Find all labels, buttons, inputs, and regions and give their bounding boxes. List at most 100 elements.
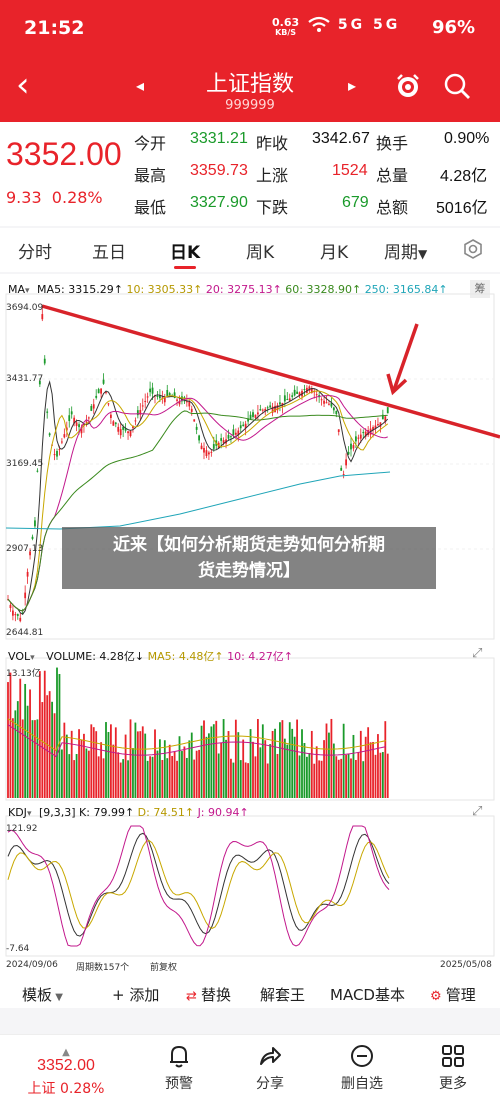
signal-icons: 5G 5G (308, 16, 400, 34)
add-indicator-button[interactable]: + 添加 (112, 984, 159, 1005)
candle (198, 435, 200, 441)
alert-button[interactable]: 预警 (144, 1043, 214, 1093)
share-button[interactable]: 分享 (235, 1043, 305, 1093)
volume-bar (51, 701, 53, 798)
volume-bar (303, 743, 306, 798)
volume-bar (65, 734, 68, 798)
settings-icon[interactable] (462, 238, 484, 260)
candle (261, 409, 264, 411)
volume-bar (283, 738, 286, 798)
dropdown-caret-icon: ▼ (418, 247, 428, 261)
candle (119, 429, 122, 436)
tab-weekly-k[interactable]: 周K (246, 238, 274, 263)
candle (95, 395, 98, 398)
vol-ma5-value: MA5: 4.48亿↑ (147, 650, 224, 663)
volume-bar (261, 724, 264, 798)
volume-bar (372, 741, 374, 798)
unlock-tool-button[interactable]: 解套王 (260, 984, 305, 1005)
volume-bar (166, 758, 169, 798)
cell-signal-icon: 5G 5G (337, 17, 401, 33)
overlay-line-2: 货走势情况】 (198, 561, 300, 581)
candle (279, 402, 281, 405)
macd-basic-button[interactable]: MACD基本 (330, 984, 405, 1005)
candle (107, 403, 110, 405)
volume-bar (210, 726, 213, 798)
kdj-indicator-name[interactable]: KDJ (8, 806, 27, 819)
volume-bar (352, 734, 355, 798)
tab-intraday[interactable]: 分时 (18, 238, 52, 263)
candle (222, 440, 225, 443)
candle (141, 405, 144, 407)
period-count: 周期数157个 (76, 963, 130, 973)
high-value: 3359.73 (190, 162, 248, 179)
candle (75, 422, 78, 426)
volume-bar (156, 750, 159, 798)
volume-bar (279, 722, 281, 798)
date-axis-end: 2025/05/08 (440, 960, 492, 970)
manage-label: 管理 (445, 986, 476, 1004)
candle (193, 419, 196, 422)
volume-bar (29, 689, 31, 798)
template-label: 模板 (22, 986, 53, 1004)
candle (345, 459, 347, 466)
volume-bar (350, 758, 352, 798)
candle (355, 436, 357, 442)
kdj-legend: KDJ▾ [9,3,3] K: 79.99↑ D: 74.51↑ J: 90.9… (8, 806, 249, 819)
alarm-icon[interactable] (393, 71, 423, 101)
chart-area[interactable]: MA▾ MA5: 3315.29↑ 10: 3305.33↑ 20: 3275.… (0, 274, 500, 984)
app-header: ‹ ◂ 上证指数 999999 ▸ (0, 56, 500, 122)
volume-bar (244, 762, 247, 798)
expand-icon[interactable]: ⤢ (472, 646, 482, 661)
bottom-quote[interactable]: ▲ 3352.00 上证 0.28% (24, 1047, 108, 1098)
candle (303, 388, 306, 390)
down-count-label: 下跌 (256, 198, 289, 217)
candle (146, 396, 149, 398)
expand-icon[interactable]: ⤢ (472, 804, 482, 819)
tab-five-day[interactable]: 五日 (92, 238, 126, 263)
vol-indicator-name[interactable]: VOL (8, 650, 30, 663)
kdj-axis-bottom: -7.64 (6, 944, 30, 954)
kdj-d-value: D: 74.51↑ (137, 806, 195, 819)
volume-bar (198, 749, 200, 798)
volume-bar (318, 760, 321, 798)
candle (36, 470, 39, 472)
template-button[interactable]: 模板 ▼ (22, 984, 63, 1005)
candle (325, 402, 328, 404)
volume-value: VOLUME: 4.28亿↓ (46, 650, 145, 663)
vol-axis-top: 13.13亿 (6, 669, 41, 679)
volume-bar (61, 749, 63, 798)
volume-bar (161, 759, 164, 798)
volume-bar (342, 723, 345, 798)
more-button[interactable]: 更多 (418, 1043, 488, 1093)
search-icon[interactable] (442, 71, 472, 101)
candle (362, 431, 365, 434)
next-stock-button[interactable]: ▸ (348, 76, 356, 95)
volume-bar (26, 705, 29, 798)
dropdown-caret-icon: ▾ (26, 809, 32, 819)
manage-button[interactable]: ⚙ 管理 (430, 984, 476, 1005)
remove-watchlist-button[interactable]: 删自选 (327, 1043, 397, 1093)
replace-button[interactable]: ⇄ 替换 (186, 984, 231, 1005)
collapse-caret-icon: ▲ (62, 1047, 70, 1058)
tab-daily-k[interactable]: 日K (170, 238, 200, 263)
candle (234, 432, 237, 435)
candle (249, 414, 252, 420)
candle (14, 614, 17, 616)
candle (129, 430, 132, 437)
candle (232, 429, 235, 436)
tab-monthly-k[interactable]: 月K (320, 238, 348, 263)
volume-bar (310, 730, 313, 798)
volume-bar (252, 741, 254, 798)
candle (315, 394, 318, 396)
price-axis-label: 2644.81 (6, 628, 44, 638)
volume-bar (173, 751, 176, 798)
volume-bar (73, 760, 76, 798)
candle (208, 452, 210, 455)
volume-bar (58, 674, 61, 798)
tab-period[interactable]: 周期▼ (384, 238, 427, 263)
kdj-panel-frame (5, 815, 495, 957)
volume-bar (183, 746, 186, 798)
volume-bar (220, 742, 223, 798)
volume-bar (34, 720, 36, 798)
prev-close-label: 昨收 (256, 134, 289, 153)
